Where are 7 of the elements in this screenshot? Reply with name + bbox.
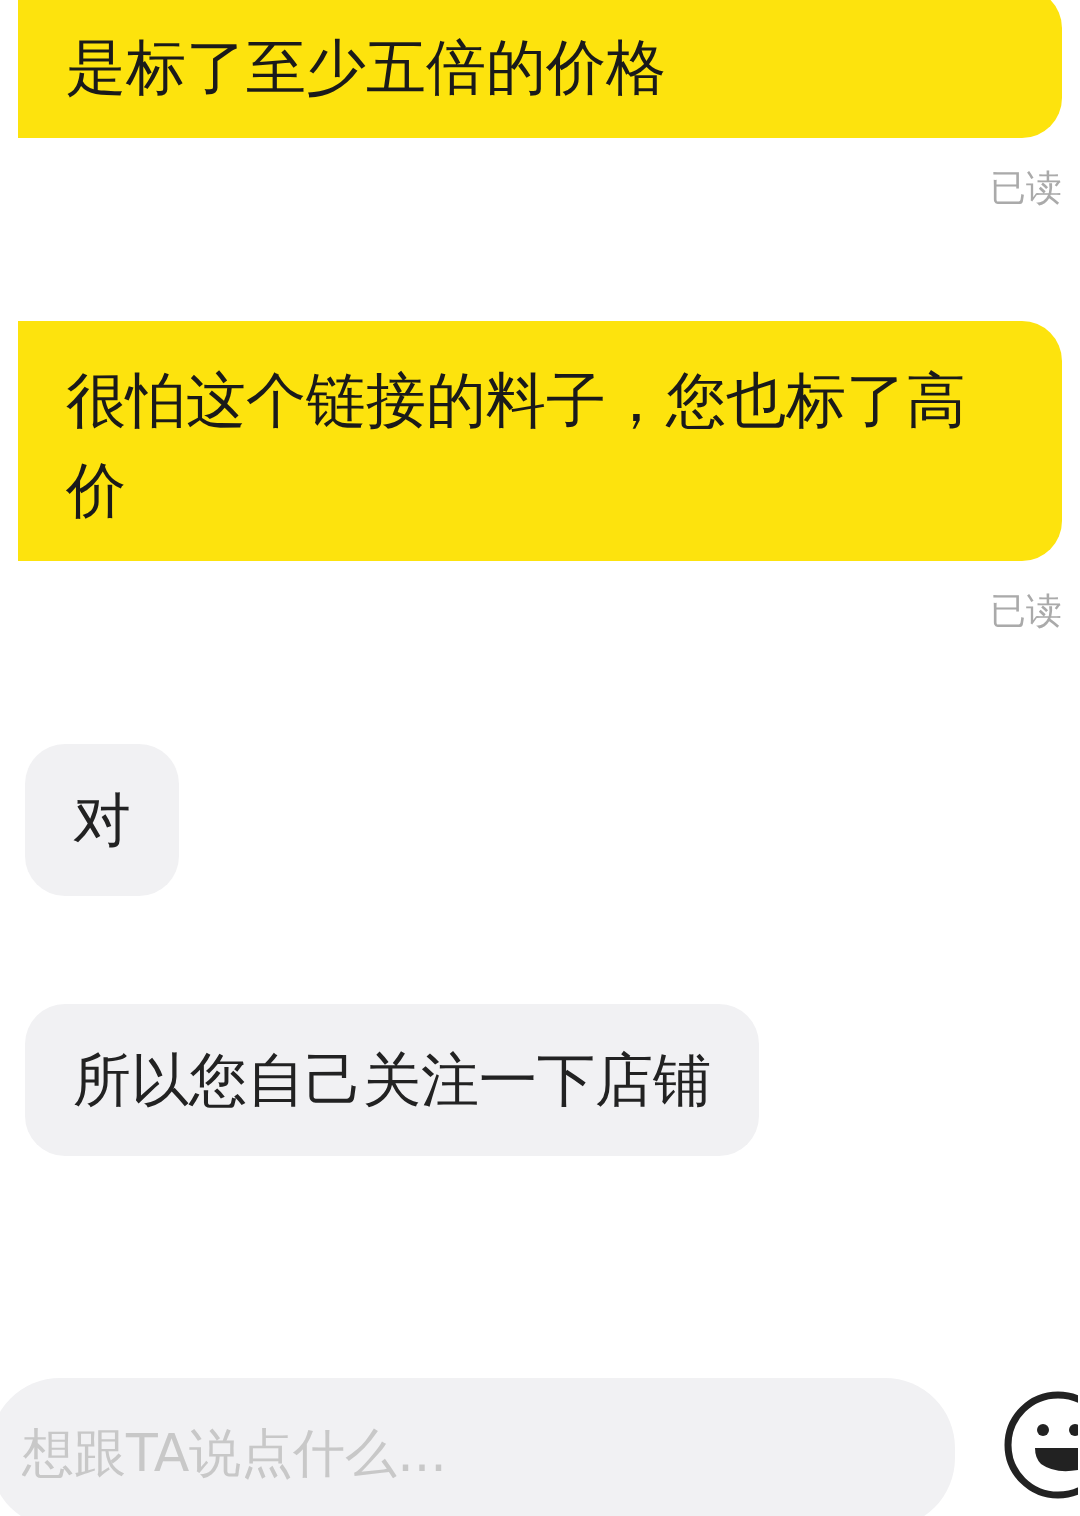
read-status: 已读 <box>990 166 1062 210</box>
message-bubble: 对 <box>25 744 179 896</box>
read-status: 已读 <box>990 589 1062 633</box>
message-bubble: 是标了至少五倍的价格 <box>18 0 1062 138</box>
message-bubble: 所以您自己关注一下店铺 <box>25 1004 759 1156</box>
smiley-icon[interactable] <box>1003 1390 1078 1500</box>
message-bubble: 很怕这个链接的料子，您也标了高价 <box>18 321 1062 561</box>
